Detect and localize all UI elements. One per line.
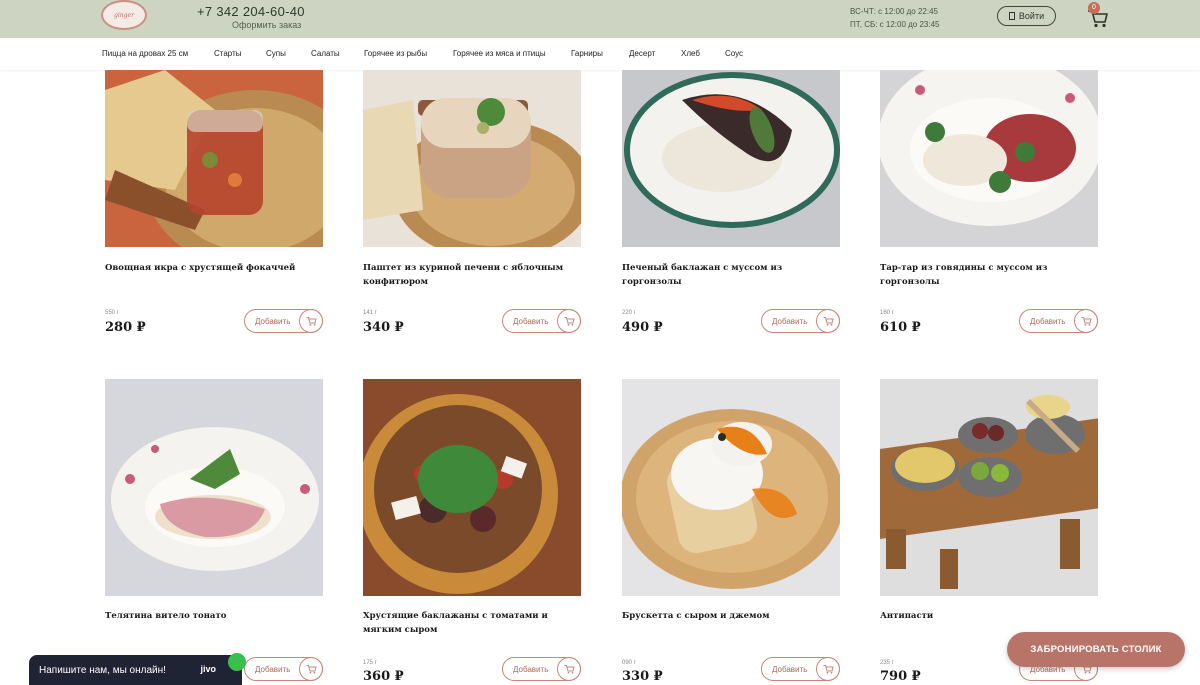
door-icon — [1008, 12, 1015, 20]
cart-count-badge: 0 — [1088, 2, 1100, 14]
order-link[interactable]: Оформить заказ — [232, 20, 301, 30]
logo-text: ginger — [114, 11, 134, 19]
add-label: Добавить — [513, 664, 549, 674]
product-weight: 235 г — [880, 660, 894, 666]
product-weight: 550 г — [105, 310, 119, 316]
nav-item-meat[interactable]: Горячее из мяса и птицы — [453, 49, 546, 58]
product-price: 340 ₽ — [363, 320, 404, 335]
add-button[interactable]: Добавить — [502, 657, 581, 681]
add-button[interactable]: Добавить — [1019, 309, 1098, 333]
nav-item-sauce[interactable]: Соус — [725, 49, 743, 58]
chat-text: Напишите нам, мы онлайн! — [39, 664, 166, 676]
product-name[interactable]: Антипасти — [880, 609, 1090, 623]
add-label: Добавить — [1030, 316, 1066, 326]
nav-item-salads[interactable]: Салаты — [311, 49, 340, 58]
product-photo[interactable] — [105, 379, 323, 596]
nav-item-bread[interactable]: Хлеб — [681, 49, 700, 58]
cart-icon — [299, 309, 323, 333]
nav-item-soups[interactable]: Супы — [266, 49, 286, 58]
nav-item-sides[interactable]: Гарниры — [571, 49, 603, 58]
category-nav: Пицца на дровах 25 см Старты Супы Салаты… — [0, 38, 1200, 70]
add-button[interactable]: Добавить — [761, 657, 840, 681]
nav-item-starters[interactable]: Старты — [214, 49, 242, 58]
chat-brand: jivo — [200, 664, 216, 674]
product-weight: 141 г — [363, 310, 377, 316]
nav-item-pizza[interactable]: Пицца на дровах 25 см — [102, 49, 188, 58]
cart-icon — [299, 657, 323, 681]
product-name[interactable]: Овощная икра с хрустящей фокаччей — [105, 261, 315, 275]
product-name[interactable]: Хрустящие баклажаны с томатами и мягким … — [363, 609, 573, 637]
header-bar: ginger +7 342 204-60-40 Оформить заказ В… — [0, 0, 1200, 38]
product-card: Тар-тар из говядины с муссом из горгонзо… — [880, 70, 1098, 340]
product-photo[interactable] — [622, 70, 840, 247]
add-label: Добавить — [255, 316, 291, 326]
add-button[interactable]: Добавить — [502, 309, 581, 333]
product-photo[interactable] — [880, 379, 1098, 596]
add-label: Добавить — [772, 316, 808, 326]
nav-item-dessert[interactable]: Десерт — [629, 49, 655, 58]
product-photo[interactable] — [880, 70, 1098, 247]
add-label: Добавить — [513, 316, 549, 326]
product-name[interactable]: Печеный баклажан с муссом из горгонзолы — [622, 261, 832, 289]
chat-widget[interactable]: Напишите нам, мы онлайн! jivo — [29, 653, 246, 685]
cart-icon — [816, 309, 840, 333]
hours-line-2: ПТ, СБ: с 12:00 до 23:45 — [850, 20, 940, 29]
product-name[interactable]: Брускетта с сыром и джемом — [622, 609, 832, 623]
logo[interactable]: ginger — [101, 0, 147, 30]
product-price: 490 ₽ — [622, 320, 663, 335]
product-card: Печеный баклажан с муссом из горгонзолы … — [622, 70, 840, 340]
product-card: Паштет из куриной печени с яблочным конф… — [363, 70, 581, 340]
cart-icon — [557, 657, 581, 681]
product-photo[interactable] — [105, 70, 323, 247]
cart-icon — [816, 657, 840, 681]
product-card: Брускетта с сыром и джемом 090 г 330 ₽ Д… — [622, 379, 840, 685]
phone-number[interactable]: +7 342 204-60-40 — [197, 4, 305, 19]
cart-icon — [557, 309, 581, 333]
product-card: Овощная икра с хрустящей фокаччей 550 г … — [105, 70, 323, 340]
nav-item-fish[interactable]: Горячее из рыбы — [364, 49, 427, 58]
product-photo[interactable] — [622, 379, 840, 596]
product-name[interactable]: Паштет из куриной печени с яблочным конф… — [363, 261, 573, 289]
product-card: Телятина витело тонато Добавить — [105, 379, 323, 685]
add-label: Добавить — [255, 664, 291, 674]
online-status-icon — [228, 653, 246, 671]
login-button[interactable]: Войти — [997, 6, 1056, 26]
opening-hours: ВС-ЧТ: с 12:00 до 22:45 ПТ, СБ: с 12:00 … — [850, 5, 940, 31]
product-weight: 160 г — [880, 310, 894, 316]
product-price: 330 ₽ — [622, 669, 663, 684]
cart-icon — [1074, 309, 1098, 333]
product-price: 360 ₽ — [363, 669, 404, 684]
product-weight: 220 г — [622, 310, 636, 316]
product-name[interactable]: Телятина витело тонато — [105, 609, 315, 623]
product-photo[interactable] — [363, 379, 581, 596]
add-button[interactable]: Добавить — [244, 657, 323, 681]
book-table-button[interactable]: ЗАБРОНИРОВАТЬ СТОЛИК — [1007, 632, 1185, 667]
product-weight: 175 г — [363, 660, 377, 666]
add-button[interactable]: Добавить — [761, 309, 840, 333]
add-label: Добавить — [772, 664, 808, 674]
product-name[interactable]: Тар-тар из говядины с муссом из горгонзо… — [880, 261, 1090, 289]
product-price: 610 ₽ — [880, 320, 921, 335]
product-price: 280 ₽ — [105, 320, 146, 335]
product-price: 790 ₽ — [880, 669, 921, 684]
product-photo[interactable] — [363, 70, 581, 247]
add-button[interactable]: Добавить — [244, 309, 323, 333]
login-label: Войти — [1018, 11, 1045, 21]
product-card: Хрустящие баклажаны с томатами и мягким … — [363, 379, 581, 685]
hours-line-1: ВС-ЧТ: с 12:00 до 22:45 — [850, 7, 938, 16]
product-weight: 090 г — [622, 660, 636, 666]
